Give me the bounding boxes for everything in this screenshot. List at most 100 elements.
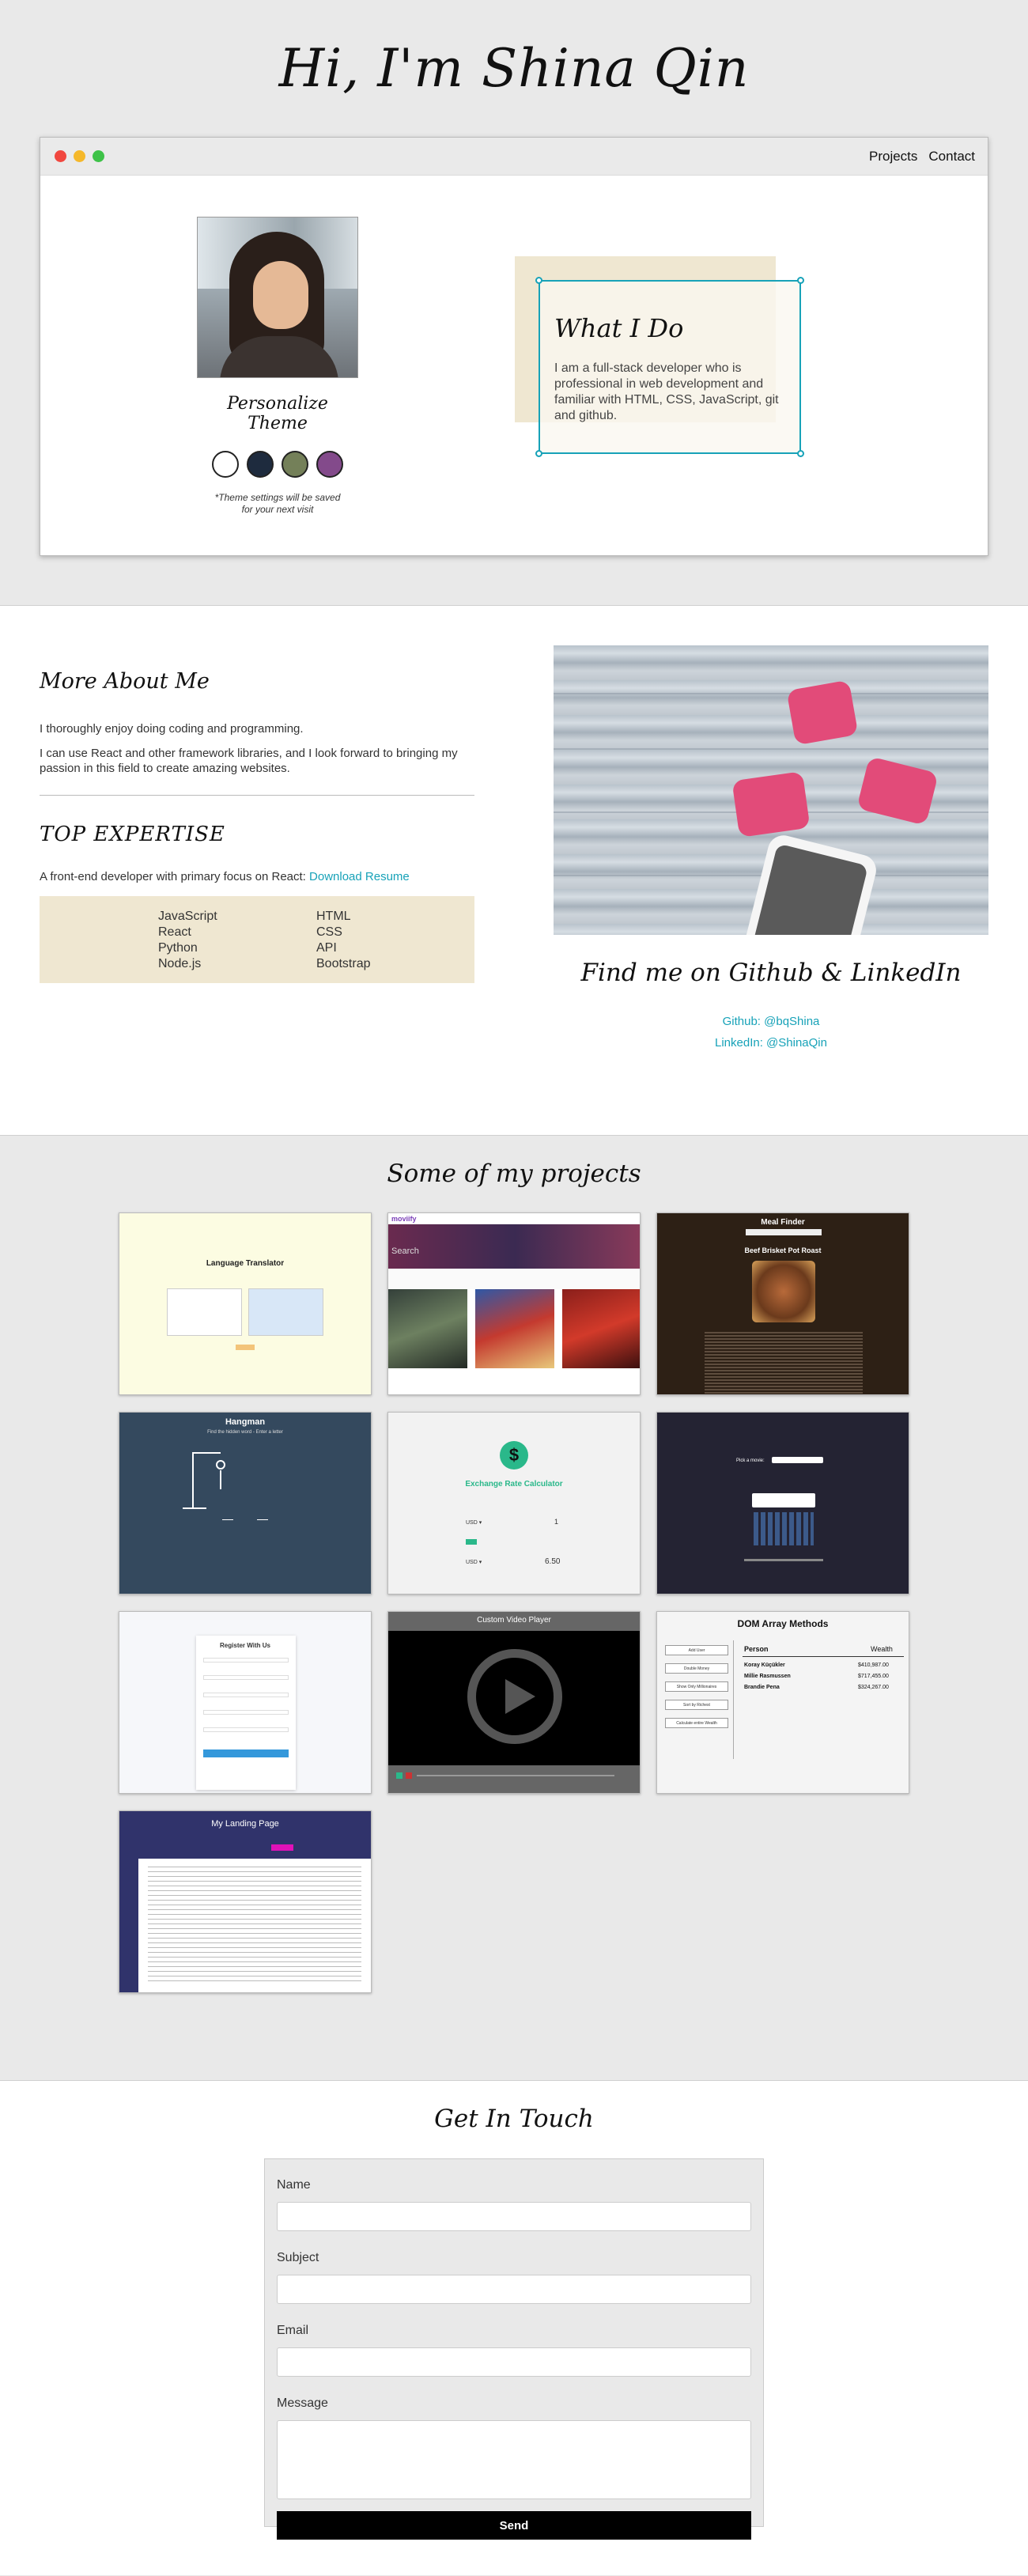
nav-link-contact[interactable]: Contact [928,149,975,165]
person-wealth: $410,987.00 [858,1662,889,1668]
project-card-dom-array[interactable]: DOM Array Methods Add User Double Money … [656,1611,909,1794]
project-card-title: Meal Finder [761,1218,805,1227]
skill-item: CSS [316,925,342,939]
theme-swatch-purple[interactable] [316,451,343,478]
name-label: Name [277,2178,311,2192]
social-media-image [554,645,988,935]
person-header: Person [744,1645,769,1653]
project-card-hangman[interactable]: Hangman Find the hidden word - Enter a l… [119,1412,372,1594]
project-card-title: moviify [391,1215,417,1223]
theme-swatch-green[interactable] [282,451,308,478]
skills-list-2: HTML CSS API Bootstrap [316,909,474,983]
resize-handle-icon [797,277,804,284]
social-links: Github: @bqShina LinkedIn: @ShinaQin [554,1011,988,1053]
resize-handle-icon [797,450,804,457]
maximize-dot-icon [93,150,104,162]
browser-toolbar: Projects Contact [40,138,988,176]
skill-item: Node.js [158,957,202,970]
person-name: Koray Küçükler [744,1662,785,1668]
whatido-text: I am a full-stack developer who is profe… [554,361,779,422]
subject-label: Subject [277,2251,319,2264]
person-name: Brandie Pena [744,1685,780,1690]
skills-list-1: JavaScript React Python Node.js [158,909,316,983]
project-card-video-player[interactable]: Custom Video Player [387,1611,641,1794]
translate-button [236,1345,255,1350]
projects-section: Some of my projects Language Translator … [0,1136,1028,2081]
about-paragraph-1: I thoroughly enjoy doing coding and prog… [40,722,304,736]
skill-item: HTML [316,910,351,923]
play-icon [505,1679,535,1714]
double-money-button: Double Money [665,1663,728,1674]
about-text-column: More About Me I thoroughly enjoy doing c… [40,669,474,983]
project-card-language-translator[interactable]: Language Translator [119,1212,372,1395]
profile-photo [197,217,358,378]
calculate-wealth-button: Calculate entire Wealth [665,1718,728,1728]
project-card-moviify[interactable]: moviify Search [387,1212,641,1395]
sort-richest-button: Sort by Richest [665,1700,728,1710]
person-wealth: $717,455.00 [858,1674,889,1679]
project-card-title: Language Translator [206,1259,285,1268]
theme-swatch-blue[interactable] [247,451,274,478]
github-link[interactable]: Github: @bqShina [554,1011,988,1032]
to-currency: USD ▾ [466,1560,482,1565]
hero-section: Hi, I'm Shina Qin Projects Contact Perso… [0,0,1028,606]
contact-section: Get In Touch Name Subject Email Message … [0,2081,1028,2575]
about-title: More About Me [40,669,210,694]
email-field[interactable] [277,2347,751,2377]
resize-handle-icon [535,450,542,457]
project-card-title: Register With Us [220,1642,270,1649]
expertise-title: TOP EXPERTISE [40,823,225,846]
projects-grid: Language Translator moviify Search Meal … [119,1212,909,1993]
social-column: Find me on Github & LinkedIn Github: @bq… [554,645,988,1053]
nav-link-projects[interactable]: Projects [869,149,917,165]
contact-title: Get In Touch [434,2105,594,2133]
project-card-title: Hangman [225,1417,266,1427]
projects-title: Some of my projects [387,1159,641,1188]
subject-field[interactable] [277,2275,751,2304]
divider [40,795,474,796]
project-card-meal-finder[interactable]: Meal Finder Beef Brisket Pot Roast [656,1212,909,1395]
social-title: Find me on Github & LinkedIn [580,959,962,987]
from-currency: USD ▾ [466,1520,482,1526]
download-resume-link[interactable]: Download Resume [309,870,410,883]
movie-search-label: Search [391,1246,419,1256]
email-label: Email [277,2324,309,2337]
project-card-title: Custom Video Player [477,1616,551,1625]
person-name: Millie Rasmussen [744,1674,791,1679]
show-millionaires-button: Show Only Millionaires [665,1681,728,1692]
add-user-button: Add User [665,1645,728,1655]
message-label: Message [277,2396,328,2410]
minimize-dot-icon [74,150,85,162]
project-card-movie-seats[interactable]: Pick a movie: [656,1412,909,1594]
project-card-title: Exchange Rate Calculator [465,1480,563,1488]
project-card-landing-page[interactable]: My Landing Page [119,1810,372,1993]
browser-window: Projects Contact Personalize Theme *Them… [40,137,988,556]
focus-text: A front-end developer with primary focus… [40,870,474,883]
project-card-title: DOM Array Methods [737,1618,829,1629]
name-field[interactable] [277,2202,751,2231]
message-field[interactable] [277,2420,751,2499]
project-card-title: Pick a movie: [736,1458,765,1463]
to-amount: 6.50 [545,1557,561,1566]
linkedin-link[interactable]: LinkedIn: @ShinaQin [554,1032,988,1053]
top-nav: Projects Contact [869,138,975,176]
send-button[interactable]: Send [277,2511,751,2540]
wealth-header: Wealth [871,1645,893,1653]
project-card-title: My Landing Page [211,1819,279,1829]
hangman-instructions: Find the hidden word - Enter a letter [207,1430,283,1435]
chat-bubble-icon [856,756,939,826]
theme-note: *Theme settings will be saved for your n… [214,492,341,515]
theme-swatch-light[interactable] [212,451,239,478]
hero-title: Hi, I'm Shina Qin [278,38,750,99]
project-card-exchange-rate[interactable]: $ Exchange Rate Calculator USD ▾ 1 USD ▾… [387,1412,641,1594]
person-wealth: $324,267.00 [858,1685,889,1690]
dollar-icon: $ [500,1441,528,1470]
close-dot-icon [55,150,66,162]
target-textbox [248,1288,323,1336]
project-card-register-form[interactable]: Register With Us [119,1611,372,1794]
whatido-box: What I Do I am a full-stack developer wh… [535,277,804,457]
resize-handle-icon [535,277,542,284]
focus-label: A front-end developer with primary focus… [40,870,310,883]
whatido-title: What I Do [554,313,684,343]
contact-form: Name Subject Email Message Send [264,2158,764,2540]
